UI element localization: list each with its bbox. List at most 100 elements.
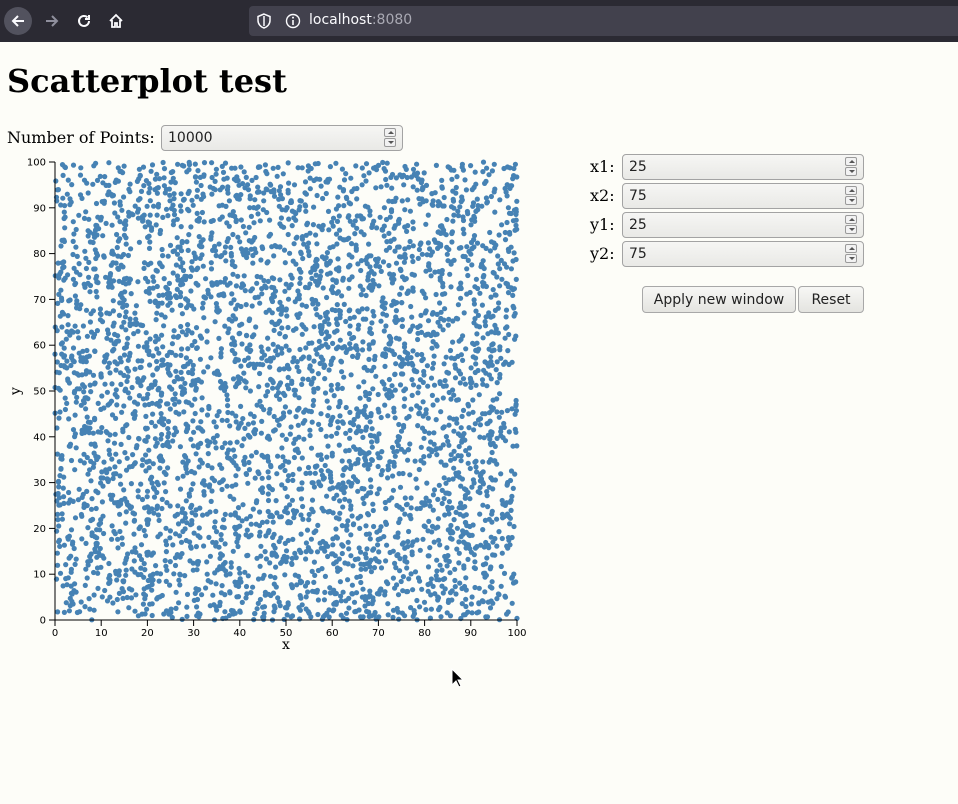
stepper-down-icon[interactable] — [845, 167, 857, 176]
data-point — [291, 215, 297, 221]
stepper-down-icon[interactable] — [845, 196, 857, 205]
data-point — [385, 413, 391, 419]
data-point — [276, 188, 282, 194]
data-point — [475, 207, 481, 213]
data-point — [92, 380, 98, 386]
data-point — [55, 562, 61, 568]
data-point — [425, 212, 431, 218]
data-point — [234, 594, 240, 600]
data-point — [261, 604, 268, 610]
points-stepper[interactable] — [384, 128, 396, 148]
y1-stepper[interactable] — [845, 215, 857, 235]
apply-window-button[interactable]: Apply new window — [642, 286, 796, 313]
data-point — [407, 441, 413, 447]
data-point — [370, 308, 376, 315]
data-point — [217, 599, 223, 605]
data-point — [297, 275, 303, 281]
data-point — [58, 243, 64, 249]
data-point — [495, 305, 501, 311]
data-point — [68, 457, 75, 464]
stepper-down-icon[interactable] — [845, 254, 857, 263]
data-point — [466, 411, 472, 417]
data-point — [390, 272, 397, 278]
data-point — [490, 539, 496, 545]
y1-input[interactable]: 25 — [622, 212, 864, 238]
data-point — [173, 262, 179, 268]
url-bar[interactable]: localhost:8080 — [249, 6, 958, 36]
y2-stepper[interactable] — [845, 244, 857, 264]
data-point — [252, 234, 258, 241]
data-point — [423, 607, 429, 613]
data-point — [132, 608, 138, 614]
data-point — [399, 300, 405, 306]
reset-button[interactable]: Reset — [798, 286, 864, 313]
data-point — [182, 526, 188, 532]
data-point — [190, 481, 196, 487]
x1-stepper[interactable] — [845, 157, 857, 177]
home-button[interactable] — [102, 7, 130, 35]
data-point — [438, 614, 444, 620]
data-point — [510, 485, 516, 491]
stepper-up-icon[interactable] — [845, 186, 857, 195]
data-point — [313, 232, 319, 238]
forward-button[interactable] — [38, 7, 66, 35]
data-point — [224, 238, 230, 245]
stepper-up-icon[interactable] — [845, 215, 857, 224]
data-point — [468, 163, 474, 169]
data-point — [217, 555, 223, 561]
data-point — [371, 165, 377, 171]
data-point — [56, 484, 62, 490]
data-point — [484, 493, 490, 499]
data-point — [145, 219, 151, 225]
data-point — [248, 590, 254, 596]
data-point — [119, 586, 125, 592]
data-point — [508, 266, 514, 272]
data-point — [159, 415, 165, 421]
data-point — [150, 285, 156, 291]
stepper-down-icon[interactable] — [384, 138, 396, 147]
data-point — [164, 401, 170, 407]
data-point — [460, 226, 466, 232]
points-input[interactable]: 10000 — [161, 125, 403, 151]
data-point — [415, 336, 421, 343]
data-point — [333, 534, 339, 540]
data-point — [288, 424, 294, 430]
data-point — [169, 350, 175, 356]
reload-button[interactable] — [70, 7, 98, 35]
data-point — [61, 494, 67, 500]
data-point — [199, 592, 205, 598]
stepper-up-icon[interactable] — [384, 128, 396, 137]
data-point — [118, 501, 124, 507]
data-point — [393, 361, 399, 367]
stepper-up-icon[interactable] — [845, 157, 857, 166]
x2-stepper[interactable] — [845, 186, 857, 206]
data-point — [197, 255, 203, 261]
data-point — [480, 527, 486, 533]
shield-icon[interactable] — [257, 13, 271, 29]
data-point — [410, 348, 416, 354]
data-point — [335, 386, 341, 392]
data-point — [358, 513, 364, 519]
data-point — [368, 569, 374, 575]
data-point — [427, 580, 433, 586]
url-text[interactable]: localhost:8080 — [309, 12, 412, 28]
data-point — [173, 368, 179, 374]
data-point — [296, 405, 302, 411]
stepper-down-icon[interactable] — [845, 225, 857, 234]
x1-input[interactable]: 25 — [622, 154, 864, 180]
data-point — [287, 199, 294, 206]
scatterplot[interactable]: 0 10 20 30 40 50 60 70 80 90 100010203040506070809… — [0, 152, 540, 653]
info-icon[interactable] — [285, 13, 301, 29]
data-point — [163, 549, 169, 555]
data-point — [228, 564, 234, 570]
x2-input[interactable]: 75 — [622, 183, 864, 209]
data-point — [341, 203, 347, 209]
mouse-cursor-icon — [451, 668, 465, 688]
back-button[interactable] — [4, 7, 32, 35]
data-point — [179, 311, 185, 317]
stepper-up-icon[interactable] — [845, 244, 857, 253]
data-point — [297, 616, 303, 622]
data-point — [135, 197, 142, 203]
data-point — [154, 346, 160, 352]
y2-input[interactable]: 75 — [622, 241, 864, 267]
